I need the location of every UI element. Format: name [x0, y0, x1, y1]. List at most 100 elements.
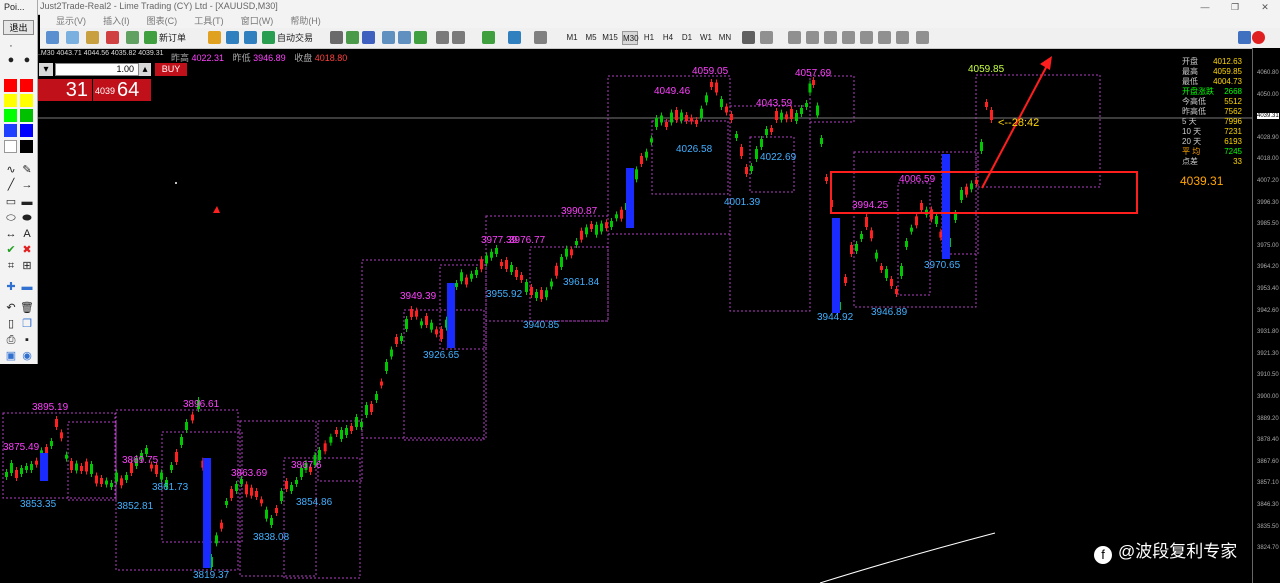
menu-tools[interactable]: 工具(T): [194, 14, 224, 28]
notification-icon[interactable]: [1252, 31, 1265, 44]
profiles-icon[interactable]: [66, 31, 79, 44]
new-order-icon[interactable]: [144, 31, 157, 44]
tf-mn[interactable]: MN: [717, 31, 733, 45]
lot-size-input[interactable]: 1.00: [55, 63, 139, 76]
copy-icon[interactable]: ❐: [20, 318, 34, 330]
price-label: 3854.86: [296, 497, 333, 508]
tf-h1[interactable]: H1: [641, 31, 657, 45]
line-tool-icon[interactable]: ╱: [4, 179, 18, 191]
chart-shift-icon[interactable]: [452, 31, 465, 44]
info-icon[interactable]: ◉: [20, 350, 34, 362]
menu-window[interactable]: 窗口(W): [241, 14, 274, 28]
tf-m15[interactable]: M15: [602, 31, 618, 45]
dot-xlarge-icon[interactable]: ●: [20, 54, 34, 66]
indicators-icon[interactable]: [482, 31, 495, 44]
navigator-icon[interactable]: [86, 31, 99, 44]
bar-chart-icon[interactable]: [330, 31, 343, 44]
color-black[interactable]: [20, 140, 33, 153]
menu-view[interactable]: 显示(V): [56, 14, 86, 28]
line-chart-icon[interactable]: [362, 31, 375, 44]
candle-chart-icon[interactable]: [346, 31, 359, 44]
buy-label[interactable]: BUY: [155, 63, 187, 76]
arrow-tool-icon[interactable]: →: [20, 179, 34, 191]
crosshair-icon[interactable]: [760, 31, 773, 44]
close-button[interactable]: ✕: [1250, 0, 1280, 14]
color-red[interactable]: [4, 79, 17, 92]
crop-tool-icon[interactable]: ⌗: [4, 260, 18, 272]
color-blue-2[interactable]: [20, 124, 33, 137]
color-green-2[interactable]: [20, 109, 33, 122]
templates-icon[interactable]: [534, 31, 547, 44]
buy-button[interactable]: 4039 64: [93, 79, 151, 101]
color-white[interactable]: [4, 140, 17, 153]
label-tool-icon[interactable]: [896, 31, 909, 44]
new-chart-icon[interactable]: [46, 31, 59, 44]
color-green[interactable]: [4, 109, 17, 122]
auto-trade-icon[interactable]: [262, 31, 275, 44]
vline-icon[interactable]: [788, 31, 801, 44]
cross-icon[interactable]: ✖: [20, 244, 34, 256]
hline-icon[interactable]: [806, 31, 819, 44]
tf-m1[interactable]: M1: [564, 31, 580, 45]
periods-icon[interactable]: [508, 31, 521, 44]
dot-large-icon[interactable]: ●: [4, 54, 18, 66]
text-tool-icon[interactable]: A: [20, 228, 34, 240]
fibo-icon[interactable]: [860, 31, 873, 44]
rect-tool-icon[interactable]: ▭: [4, 196, 18, 208]
auto-trade-button[interactable]: 自动交易: [277, 31, 313, 45]
search-icon[interactable]: [1238, 31, 1251, 44]
zoom-in-icon[interactable]: [382, 31, 395, 44]
filled-ellipse-tool-icon[interactable]: ⬬: [20, 212, 34, 224]
exit-button[interactable]: 退出: [3, 20, 34, 35]
color-red-2[interactable]: [20, 79, 33, 92]
new-file-icon[interactable]: ▯: [4, 318, 18, 330]
channel-icon[interactable]: [842, 31, 855, 44]
menu-help[interactable]: 帮助(H): [290, 14, 321, 28]
tile-icon[interactable]: [414, 31, 427, 44]
cursor-icon[interactable]: [742, 31, 755, 44]
lot-decrease-button[interactable]: ▾: [39, 63, 53, 76]
tool-icon-1[interactable]: [208, 31, 221, 44]
filled-rect-tool-icon[interactable]: ▬: [20, 196, 34, 208]
minimize-button[interactable]: —: [1190, 0, 1220, 14]
menu-insert[interactable]: 插入(I): [103, 14, 130, 28]
tf-m30[interactable]: M30: [622, 31, 639, 45]
dot-small-icon[interactable]: ·: [4, 40, 18, 52]
color-yellow-2[interactable]: [20, 94, 33, 107]
text-tool-icon[interactable]: [878, 31, 891, 44]
tester-icon[interactable]: [126, 31, 139, 44]
tool-icon-3[interactable]: [244, 31, 257, 44]
tf-h4[interactable]: H4: [660, 31, 676, 45]
new-order-button[interactable]: 新订单: [159, 31, 186, 45]
restore-button[interactable]: ❐: [1220, 0, 1250, 14]
stat-label: 最低: [1182, 77, 1198, 86]
check-icon[interactable]: ✔: [4, 244, 18, 256]
autoscroll-icon[interactable]: [436, 31, 449, 44]
tf-w1[interactable]: W1: [698, 31, 714, 45]
menu-chart[interactable]: 图表(C): [147, 14, 178, 28]
price-chart[interactable]: 3895.19 3875.49 3853.35 3869.75 3852.81 3861.…: [0, 48, 1252, 583]
screen-icon[interactable]: ▣: [4, 350, 18, 362]
double-arrow-tool-icon[interactable]: ↔: [4, 228, 18, 240]
arrows-icon[interactable]: [916, 31, 929, 44]
add-icon[interactable]: ✚: [4, 281, 18, 293]
pencil-tool-icon[interactable]: ✎: [20, 164, 34, 176]
delete-icon[interactable]: 🗑: [20, 302, 34, 314]
zoom-tool-icon[interactable]: ⊞: [20, 260, 34, 272]
minus-icon[interactable]: ▬: [20, 281, 34, 293]
sell-button[interactable]: 31: [37, 79, 92, 101]
undo-icon[interactable]: ↶: [4, 302, 18, 314]
zoom-out-icon[interactable]: [398, 31, 411, 44]
print-icon[interactable]: ⎙: [4, 334, 18, 346]
trendline-icon[interactable]: [824, 31, 837, 44]
save-icon[interactable]: ▪: [20, 334, 34, 346]
wave-tool-icon[interactable]: ∿: [4, 164, 18, 176]
tool-icon-2[interactable]: [226, 31, 239, 44]
tf-d1[interactable]: D1: [679, 31, 695, 45]
color-blue[interactable]: [4, 124, 17, 137]
lot-increase-button[interactable]: ▴: [139, 63, 151, 76]
terminal-icon[interactable]: [106, 31, 119, 44]
tf-m5[interactable]: M5: [583, 31, 599, 45]
color-yellow[interactable]: [4, 94, 17, 107]
ellipse-tool-icon[interactable]: ⬭: [4, 212, 18, 224]
